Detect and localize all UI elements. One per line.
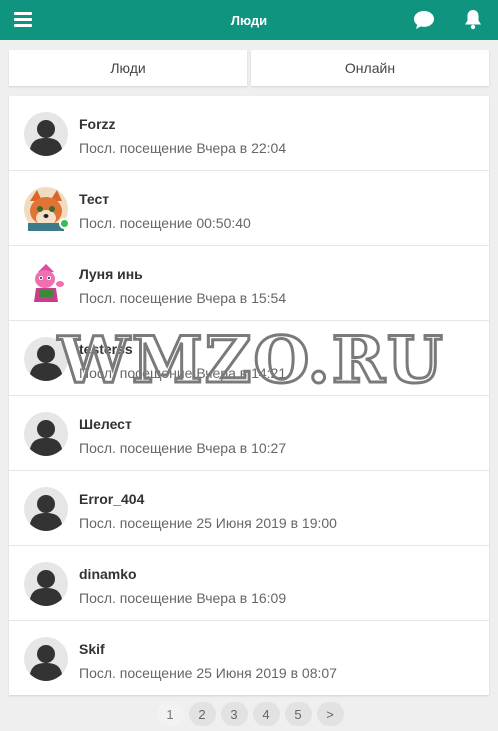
user-name[interactable]: testerss	[79, 341, 133, 357]
bell-icon[interactable]	[463, 9, 483, 30]
user-name[interactable]: Forzz	[79, 116, 116, 132]
last-seen: Посл. посещение 00:50:40	[79, 215, 251, 231]
last-seen: Посл. посещение Вчера в 14:21	[79, 365, 287, 381]
user-row[interactable]: Шелест Посл. посещение Вчера в 10:27	[9, 396, 489, 471]
user-row[interactable]: Тест Посл. посещение 00:50:40	[9, 171, 489, 246]
last-seen: Посл. посещение Вчера в 15:54	[79, 290, 287, 306]
user-list: Forzz Посл. посещение Вчера в 22:04 Тест…	[9, 96, 489, 695]
page-1-button[interactable]: 1	[156, 702, 184, 726]
last-seen: Посл. посещение Вчера в 22:04	[79, 140, 287, 156]
user-name[interactable]: Тест	[79, 191, 109, 207]
fox-avatar[interactable]	[24, 187, 70, 231]
user-name[interactable]: Skif	[79, 641, 105, 657]
user-name[interactable]: Error_404	[79, 491, 144, 507]
default-avatar-icon[interactable]	[24, 112, 68, 156]
user-row[interactable]: dinamko Посл. посещение Вчера в 16:09	[9, 546, 489, 621]
default-avatar-icon[interactable]	[24, 487, 68, 531]
last-seen: Посл. посещение 25 Июня 2019 в 19:00	[79, 515, 337, 531]
tab-online[interactable]: Онлайн	[251, 50, 489, 86]
default-avatar-icon[interactable]	[24, 562, 68, 606]
user-name[interactable]: dinamko	[79, 566, 137, 582]
last-seen: Посл. посещение 25 Июня 2019 в 08:07	[79, 665, 337, 681]
user-row[interactable]: Forzz Посл. посещение Вчера в 22:04	[9, 96, 489, 171]
tabs-bar: Люди Онлайн	[9, 50, 489, 86]
page-3-button[interactable]: 3	[220, 702, 248, 726]
default-avatar-icon[interactable]	[24, 412, 68, 456]
pink-character-avatar[interactable]	[24, 262, 68, 306]
page-4-button[interactable]: 4	[252, 702, 280, 726]
user-row[interactable]: Луня инь Посл. посещение Вчера в 15:54	[9, 246, 489, 321]
last-seen: Посл. посещение Вчера в 16:09	[79, 590, 287, 606]
hamburger-menu-icon[interactable]	[14, 12, 32, 27]
last-seen: Посл. посещение Вчера в 10:27	[79, 440, 287, 456]
user-row[interactable]: Error_404 Посл. посещение 25 Июня 2019 в…	[9, 471, 489, 546]
user-name[interactable]: Шелест	[79, 416, 132, 432]
chat-bubble-icon[interactable]	[413, 10, 435, 30]
page-2-button[interactable]: 2	[188, 702, 216, 726]
user-row[interactable]: Skif Посл. посещение 25 Июня 2019 в 08:0…	[9, 621, 489, 696]
top-bar: Люди	[0, 0, 498, 40]
pagination: 1 2 3 4 5 >	[0, 702, 498, 728]
default-avatar-icon[interactable]	[24, 337, 68, 381]
next-page-button[interactable]: >	[316, 702, 344, 726]
user-name[interactable]: Луня инь	[79, 266, 143, 282]
page-5-button[interactable]: 5	[284, 702, 312, 726]
online-indicator	[59, 218, 70, 229]
tab-people[interactable]: Люди	[9, 50, 247, 86]
default-avatar-icon[interactable]	[24, 637, 68, 681]
page-title: Люди	[230, 12, 268, 28]
user-row[interactable]: testerss Посл. посещение Вчера в 14:21	[9, 321, 489, 396]
